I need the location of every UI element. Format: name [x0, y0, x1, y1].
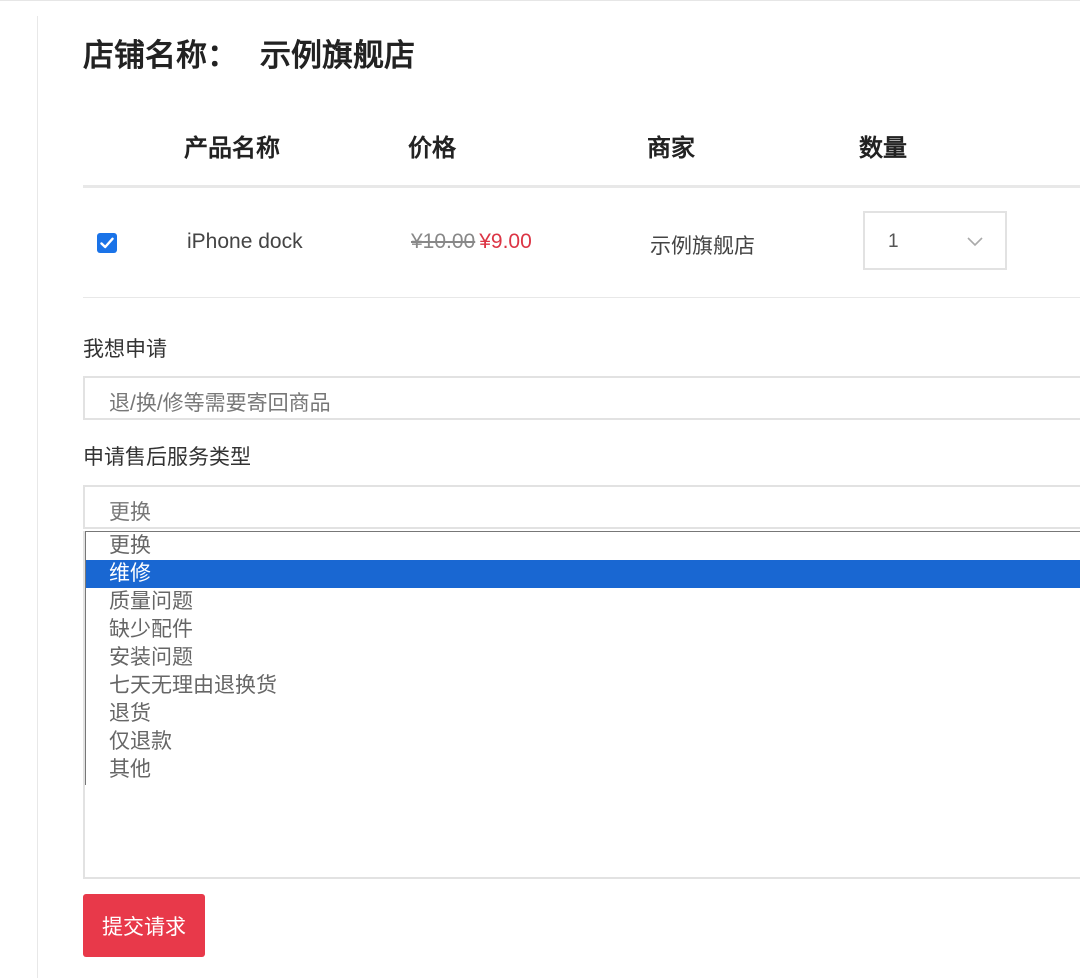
current-price: ¥9.00: [479, 230, 532, 253]
merchant-cell: 示例旗舰店: [650, 235, 755, 258]
option-quality-issue[interactable]: 质量问题: [86, 588, 1080, 616]
column-header-price: 价格: [408, 135, 456, 162]
quantity-select[interactable]: 1: [863, 211, 1007, 270]
original-price: ¥10.00: [411, 230, 476, 253]
service-type-select[interactable]: 更换: [83, 485, 1080, 529]
option-repair[interactable]: 维修: [86, 560, 1080, 588]
option-other[interactable]: 其他: [86, 756, 1080, 784]
service-type-label: 申请售后服务类型: [83, 446, 251, 469]
price-cell: ¥10.00 ¥9.00: [411, 230, 532, 254]
column-header-merchant: 商家: [647, 135, 695, 162]
column-header-quantity: 数量: [859, 135, 907, 162]
service-type-value: 更换: [109, 501, 151, 524]
product-name-cell: iPhone dock: [187, 230, 303, 253]
store-name-label: 店铺名称：: [83, 38, 238, 73]
store-name: 示例旗舰店: [260, 38, 415, 73]
service-type-dropdown[interactable]: 更换 维修 质量问题 缺少配件 安装问题 七天无理由退换货 退货 仅退款 其他: [85, 531, 1080, 785]
quantity-value: 1: [888, 231, 899, 252]
after-sales-form: 店铺名称： 示例旗舰店 产品名称 价格 商家 数量 iPhone dock ¥10…: [83, 0, 1080, 978]
checkmark-icon: [100, 237, 114, 249]
column-header-product-name: 产品名称: [184, 135, 280, 162]
table-header-divider: [83, 185, 1080, 188]
chevron-down-icon: [967, 234, 983, 252]
option-return[interactable]: 退货: [86, 700, 1080, 728]
option-missing-parts[interactable]: 缺少配件: [86, 616, 1080, 644]
option-refund-only[interactable]: 仅退款: [86, 728, 1080, 756]
request-label: 我想申请: [83, 338, 167, 361]
request-select[interactable]: 退/换/修等需要寄回商品: [83, 376, 1080, 420]
option-seven-day-return[interactable]: 七天无理由退换货: [86, 672, 1080, 700]
table-row-divider: [83, 297, 1080, 298]
page-title: 店铺名称： 示例旗舰店: [83, 30, 415, 75]
request-value: 退/换/修等需要寄回商品: [109, 392, 331, 415]
option-exchange[interactable]: 更换: [86, 532, 1080, 560]
option-installation-issue[interactable]: 安装问题: [86, 644, 1080, 672]
product-checkbox[interactable]: [97, 233, 117, 253]
submit-button[interactable]: 提交请求: [83, 894, 205, 957]
left-divider: [37, 16, 38, 978]
